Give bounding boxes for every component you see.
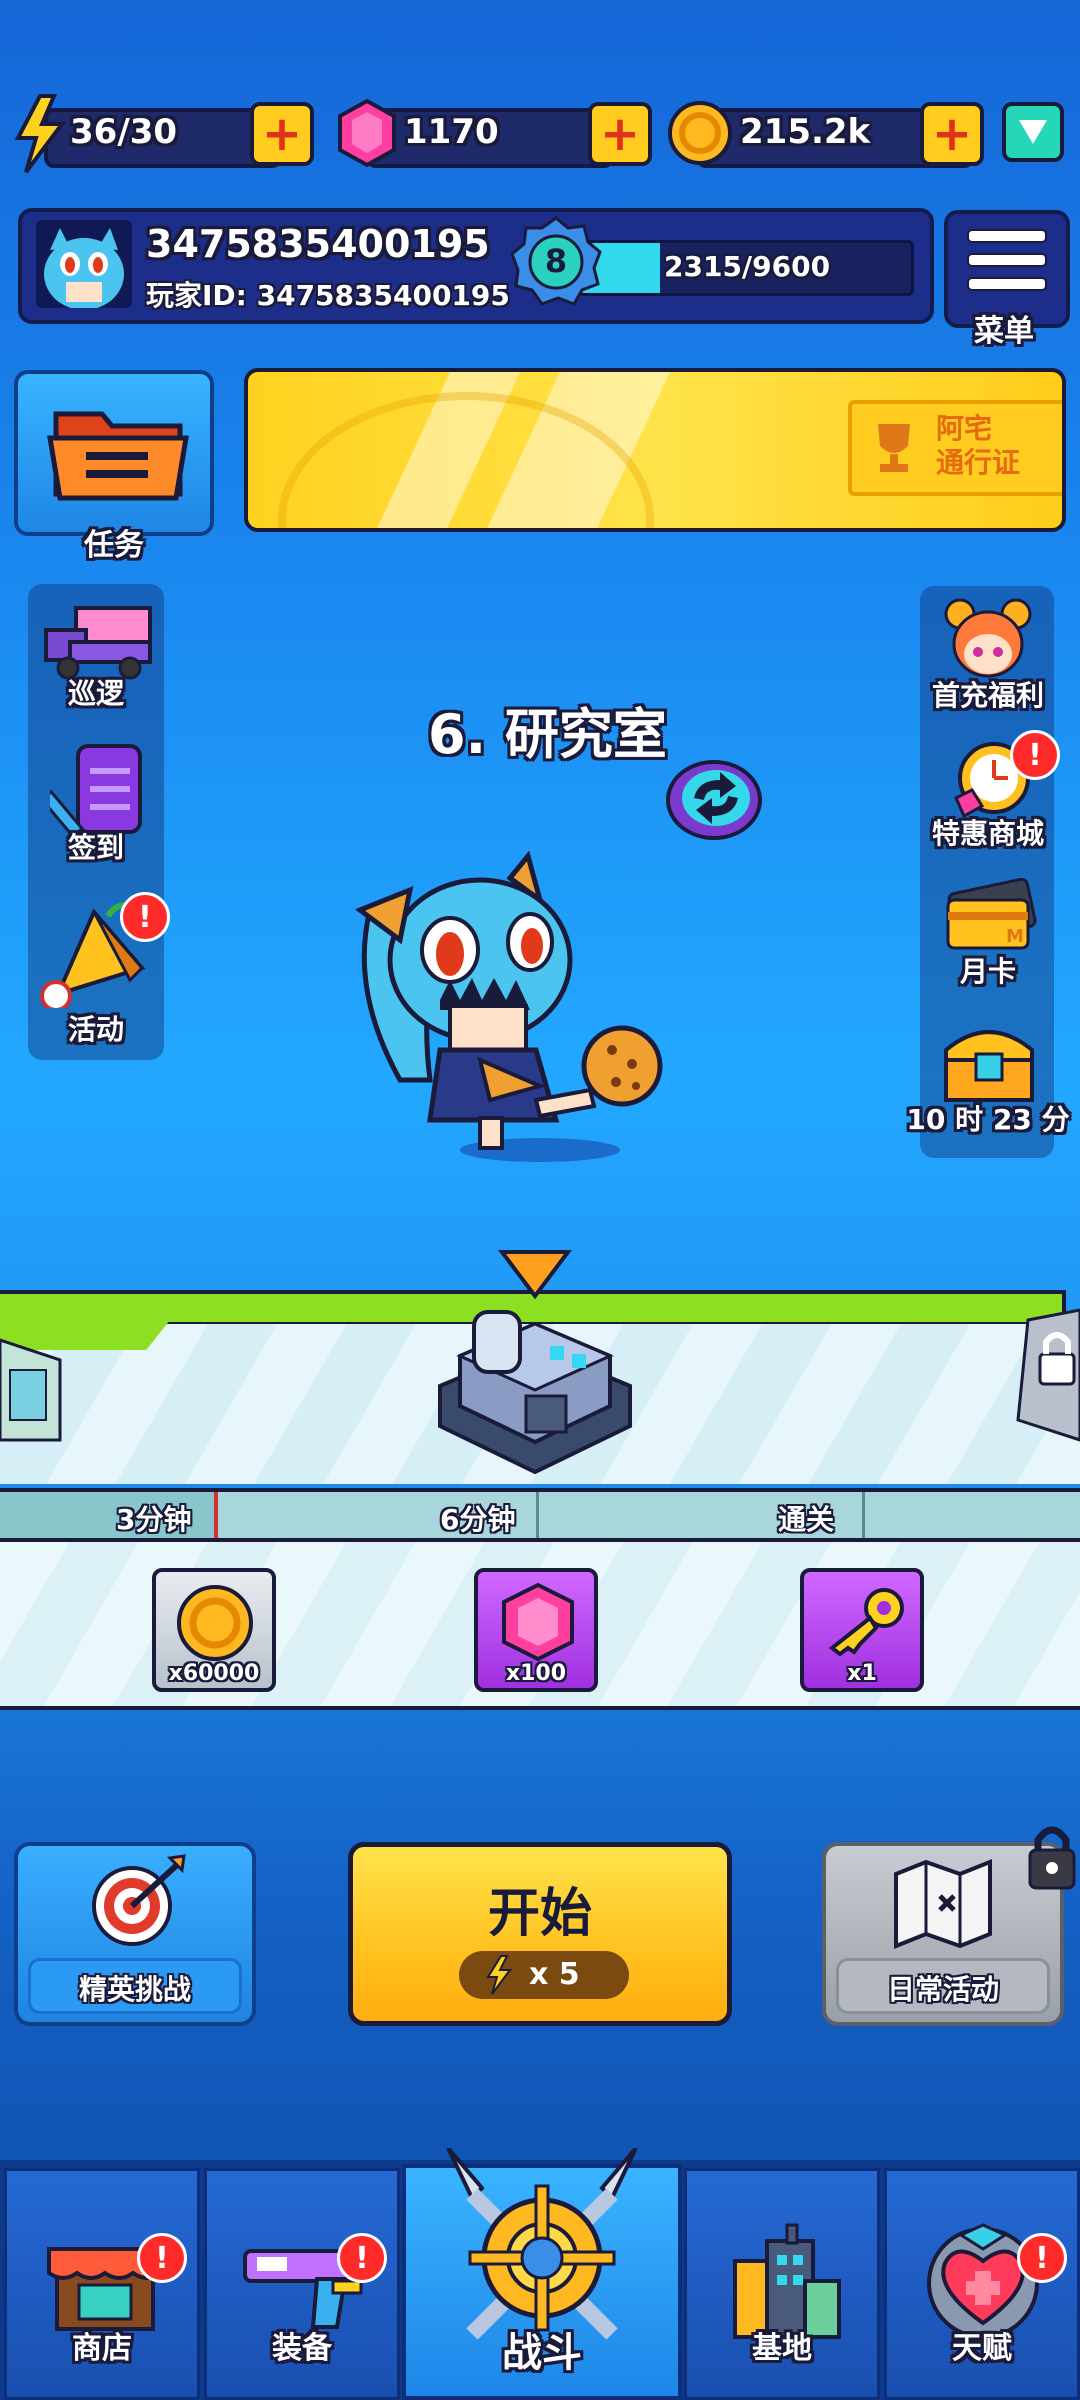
reward-gems[interactable]: x100 [474, 1568, 598, 1692]
player-character [340, 850, 680, 1170]
player-profile-panel[interactable]: 3475835400195 玩家ID: 3475835400195 2315/9… [18, 208, 934, 324]
player-name: 3475835400195 [146, 222, 490, 266]
xp-value: 2315/9600 [664, 250, 831, 283]
special-shop-label: 特惠商城 [931, 817, 1044, 850]
pass-label: 阿宅 通行证 [936, 412, 1021, 479]
refresh-icon [666, 760, 762, 840]
reward-coins-qty: x60000 [168, 1661, 260, 1686]
gem-icon [338, 98, 396, 168]
tab-equipment-label: 装备 [272, 2331, 332, 2366]
chest-icon [944, 1030, 1034, 1102]
event-button[interactable]: ! 活动 [28, 890, 170, 1046]
special-shop-alert-badge: ! [1010, 730, 1060, 780]
crossed-swords-icon [446, 2148, 638, 2340]
daily-activity-label: 日常活动 [886, 1973, 999, 2006]
level-value: 8 [544, 242, 568, 280]
milestone-6min: 6分钟 [440, 1503, 516, 1536]
level-badge: 8 [510, 216, 602, 308]
folder-icon [47, 411, 189, 501]
coin-value: 215.2k [740, 112, 871, 152]
first-recharge-button[interactable]: 首充福利 [908, 596, 1068, 714]
patrol-label: 巡逻 [67, 677, 124, 710]
gem-add-button[interactable]: + [588, 102, 652, 166]
special-shop-button[interactable]: ! 特惠商城 [908, 730, 1068, 860]
avatar[interactable] [36, 220, 132, 308]
first-recharge-icon [944, 598, 1032, 678]
pass-ticket: 阿宅 通行证 [848, 400, 1062, 496]
checkin-label: 签到 [67, 831, 124, 864]
coin-icon [668, 101, 732, 165]
reward-coins[interactable]: x60000 [152, 1568, 276, 1692]
energy-value: 36/30 [70, 112, 178, 152]
task-button[interactable] [14, 370, 214, 536]
tab-shop-label: 商店 [72, 2331, 132, 2366]
trophy-icon [878, 424, 910, 472]
chest-timer-label: 10 时 23 分 [906, 1103, 1070, 1136]
tab-base-label: 基地 [752, 2331, 812, 2366]
pass-banner[interactable]: 阿宅 通行证 [244, 368, 1066, 532]
checkin-button[interactable]: 签到 [28, 740, 164, 870]
month-card-button[interactable]: M 月卡 [908, 874, 1068, 994]
gem-icon [502, 1582, 574, 1662]
tab-equipment[interactable]: ! 装备 [204, 2168, 400, 2400]
task-label: 任务 [84, 528, 144, 563]
tab-talent[interactable]: ! 天赋 [884, 2168, 1080, 2400]
milestone-3min: 3分钟 [116, 1503, 192, 1536]
event-alert-badge: ! [120, 892, 170, 942]
coin-add-button[interactable]: + [920, 102, 984, 166]
first-recharge-label: 首充福利 [931, 679, 1044, 712]
tab-talent-label: 天赋 [952, 2331, 1012, 2366]
gem-value: 1170 [404, 112, 499, 152]
event-label: 活动 [67, 1013, 124, 1046]
menu-label: 菜单 [974, 314, 1034, 349]
player-id: 玩家ID: 3475835400195 [146, 279, 510, 312]
shield-icon [1019, 120, 1047, 144]
elite-challenge-label: 精英挑战 [78, 1973, 191, 2006]
milestone-clear: 通关 [778, 1503, 835, 1536]
equipment-alert-badge: ! [337, 2233, 387, 2283]
elite-challenge-button[interactable]: 精英挑战 [14, 1842, 256, 2026]
truck-icon [44, 606, 152, 680]
lightning-icon [14, 94, 66, 174]
lightning-icon [486, 1955, 512, 1995]
tab-battle[interactable]: 战斗 [402, 2148, 682, 2400]
vip-shield-button[interactable] [1002, 102, 1064, 162]
checkin-icon [50, 744, 142, 839]
hamburger-icon [967, 229, 1047, 291]
tab-battle-label: 战斗 [502, 2330, 582, 2376]
reward-gems-qty: x100 [505, 1661, 567, 1686]
month-card-icon: M [946, 878, 1037, 950]
locked-stage-building[interactable] [1008, 1290, 1080, 1450]
coin-icon [177, 1585, 253, 1661]
target-icon [92, 1854, 186, 1946]
start-cost-pill: x 5 [459, 1951, 629, 1999]
tab-shop[interactable]: ! 商店 [4, 2168, 200, 2400]
start-cost: x 5 [529, 1957, 580, 1992]
energy-add-button[interactable]: + [250, 102, 314, 166]
reward-key[interactable]: x1 [800, 1568, 924, 1692]
milestone-bar: 3分钟 6分钟 通关 [0, 1488, 1080, 1542]
map-icon [894, 1859, 992, 1949]
reward-key-qty: x1 [847, 1661, 877, 1686]
building-icon [733, 2223, 841, 2339]
start-button[interactable]: 开始 x 5 [348, 1842, 732, 2026]
previous-stage-building[interactable] [0, 1300, 70, 1450]
timed-chest-button[interactable]: 10 时 23 分 [900, 1010, 1076, 1140]
patrol-button[interactable]: 巡逻 [28, 596, 164, 710]
talent-alert-badge: ! [1017, 2233, 1067, 2283]
start-label: 开始 [487, 1884, 592, 1944]
current-stage-building[interactable] [430, 1246, 640, 1486]
svg-text:M: M [1006, 926, 1024, 947]
key-icon [828, 1588, 904, 1656]
lock-icon [1026, 1822, 1078, 1892]
month-card-label: 月卡 [959, 955, 1016, 988]
stage-title: 6. 研究室 [428, 703, 667, 766]
tab-base[interactable]: 基地 [684, 2168, 880, 2400]
shop-alert-badge: ! [137, 2233, 187, 2283]
refresh-button[interactable] [664, 758, 764, 842]
